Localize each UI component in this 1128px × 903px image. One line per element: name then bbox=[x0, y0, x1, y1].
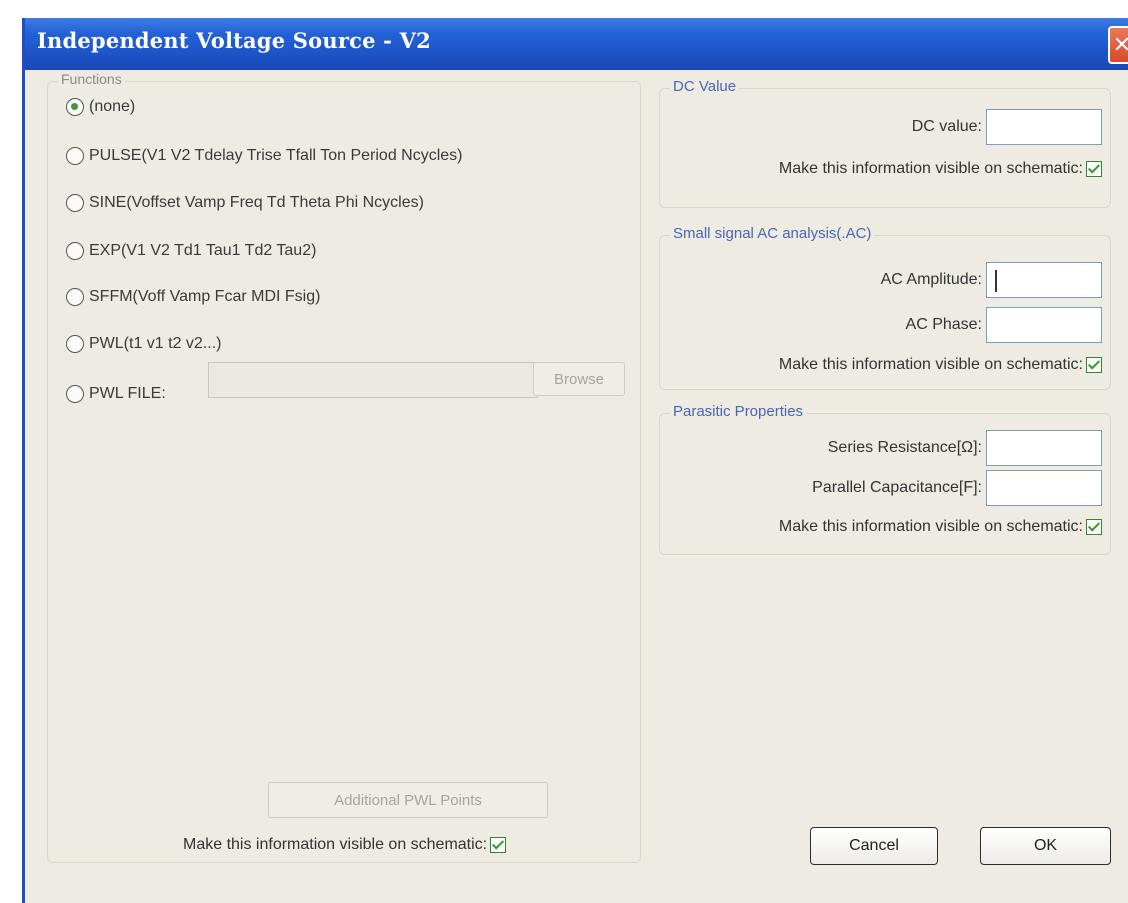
radio-button-icon[interactable] bbox=[66, 288, 84, 306]
radio-exp[interactable]: EXP(V1 V2 Td1 Tau1 Td2 Tau2) bbox=[66, 242, 316, 260]
ok-button[interactable]: OK bbox=[980, 827, 1111, 865]
ac-visible-checkbox[interactable] bbox=[1086, 357, 1102, 373]
dc-value-group: DC Value bbox=[659, 78, 1111, 208]
radio-pwl[interactable]: PWL(t1 v1 t2 v2...) bbox=[66, 335, 221, 353]
radio-label: SFFM(Voff Vamp Fcar MDI Fsig) bbox=[89, 288, 321, 305]
radio-label: EXP(V1 V2 Td1 Tau1 Td2 Tau2) bbox=[89, 242, 317, 259]
functions-visible-checkbox[interactable] bbox=[490, 837, 507, 853]
series-resistance-row: Series Resistance[Ω]: bbox=[665, 429, 1102, 467]
dc-value-row: DC value: bbox=[665, 108, 1102, 146]
functions-visible-row: Make this information visible on schemat… bbox=[65, 830, 589, 860]
parasitic-visible-label: Make this information visible on schemat… bbox=[778, 518, 1083, 535]
radio-button-icon[interactable] bbox=[66, 335, 84, 353]
radio-pulse[interactable]: PULSE(V1 V2 Tdelay Trise Tfall Ton Perio… bbox=[66, 147, 463, 165]
parasitic-visible-row: Make this information visible on schemat… bbox=[665, 512, 1102, 542]
ac-analysis-group-label: Small signal AC analysis(.AC) bbox=[670, 225, 875, 242]
additional-pwl-points-button[interactable]: Additional PWL Points bbox=[268, 782, 548, 818]
functions-visible-label: Make this information visible on schemat… bbox=[183, 836, 488, 853]
window-title: Independent Voltage Source - V2 bbox=[37, 28, 431, 53]
parasitic-group-label: Parasitic Properties bbox=[670, 403, 807, 420]
ac-visible-label: Make this information visible on schemat… bbox=[778, 356, 1083, 373]
dc-value-group-label: DC Value bbox=[670, 78, 740, 95]
parallel-capacitance-row: Parallel Capacitance[F]: bbox=[665, 469, 1102, 507]
close-icon: ✕ bbox=[1112, 32, 1128, 57]
dc-visible-checkbox[interactable] bbox=[1086, 161, 1102, 177]
title-bar[interactable]: Independent Voltage Source - V2 ✕ bbox=[25, 18, 1128, 70]
radio-sffm[interactable]: SFFM(Voff Vamp Fcar MDI Fsig) bbox=[66, 288, 320, 306]
dc-visible-row: Make this information visible on schemat… bbox=[665, 154, 1102, 184]
ac-amplitude-label: AC Amplitude: bbox=[880, 271, 982, 288]
browse-button[interactable]: Browse bbox=[533, 362, 625, 396]
dc-visible-label: Make this information visible on schemat… bbox=[778, 160, 1083, 177]
parallel-capacitance-input[interactable] bbox=[986, 470, 1102, 506]
cancel-button[interactable]: Cancel bbox=[810, 827, 938, 865]
radio-label: PULSE(V1 V2 Tdelay Trise Tfall Ton Perio… bbox=[89, 147, 463, 164]
ac-amplitude-row: AC Amplitude: bbox=[665, 261, 1102, 299]
functions-group: Functions (none) PULSE(V1 V2 Tdelay Tris… bbox=[47, 71, 641, 863]
ac-visible-row: Make this information visible on schemat… bbox=[665, 350, 1102, 380]
radio-label: PWL(t1 v1 t2 v2...) bbox=[89, 335, 222, 352]
pwl-file-input[interactable] bbox=[208, 362, 538, 398]
radio-none[interactable]: (none) bbox=[66, 98, 135, 116]
ac-phase-label: AC Phase: bbox=[905, 316, 982, 333]
dialog-window: Independent Voltage Source - V2 ✕ Functi… bbox=[22, 18, 1128, 903]
functions-group-label: Functions bbox=[58, 71, 125, 87]
radio-pwl-file[interactable]: PWL FILE: bbox=[66, 385, 166, 403]
series-resistance-input[interactable] bbox=[986, 430, 1102, 466]
radio-sine[interactable]: SINE(Voffset Vamp Freq Td Theta Phi Ncyc… bbox=[66, 194, 424, 212]
radio-button-icon[interactable] bbox=[66, 385, 84, 403]
radio-button-icon[interactable] bbox=[66, 194, 84, 212]
ac-phase-input[interactable] bbox=[986, 307, 1102, 343]
parallel-capacitance-label: Parallel Capacitance[F]: bbox=[812, 479, 982, 496]
parasitic-visible-checkbox[interactable] bbox=[1086, 519, 1102, 535]
radio-button-icon[interactable] bbox=[66, 242, 84, 260]
radio-label: (none) bbox=[89, 98, 136, 115]
dc-value-input[interactable] bbox=[986, 109, 1102, 145]
ac-amplitude-input[interactable] bbox=[986, 262, 1102, 298]
radio-label: PWL FILE: bbox=[89, 385, 166, 402]
radio-label: SINE(Voffset Vamp Freq Td Theta Phi Ncyc… bbox=[89, 194, 424, 211]
dc-value-label: DC value: bbox=[911, 118, 982, 135]
close-button[interactable]: ✕ bbox=[1108, 26, 1128, 64]
ac-phase-row: AC Phase: bbox=[665, 306, 1102, 344]
radio-button-icon[interactable] bbox=[66, 147, 84, 165]
radio-button-icon[interactable] bbox=[66, 98, 84, 116]
series-resistance-label: Series Resistance[Ω]: bbox=[827, 439, 982, 456]
